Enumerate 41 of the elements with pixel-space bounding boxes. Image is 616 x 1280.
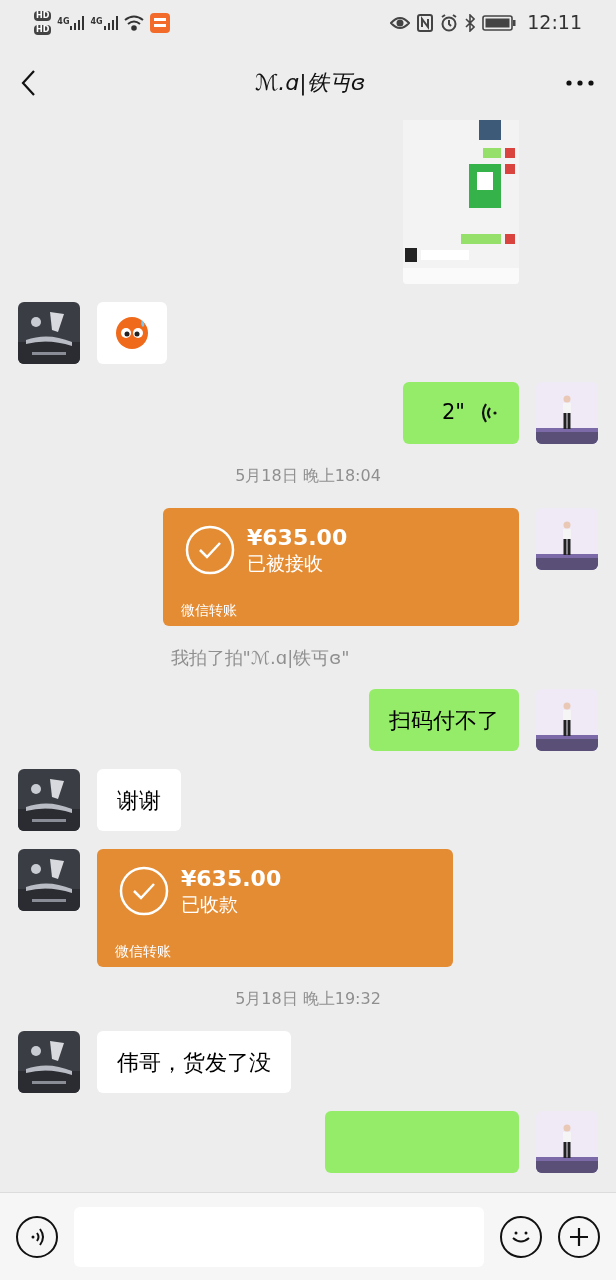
- nfc-icon: [417, 13, 434, 32]
- plus-icon: [569, 1226, 589, 1247]
- pat-notice: 我拍了拍"ℳ.ɑ|铁丏ɞ": [170, 646, 351, 670]
- back-icon: [20, 68, 36, 97]
- clock-time: 12:11: [527, 10, 582, 36]
- message-bubble[interactable]: 伟哥，货发了没: [97, 1031, 291, 1093]
- plus-button[interactable]: [558, 1215, 600, 1258]
- sim-label: HD: [34, 10, 52, 21]
- emoji-button[interactable]: [500, 1215, 542, 1258]
- transfer-amount: ¥635.00: [181, 865, 282, 893]
- sticker-bubble[interactable]: [97, 302, 167, 364]
- timestamp: 5月18日 晚上18:04: [235, 465, 381, 487]
- sim-label: HD: [34, 24, 52, 35]
- signal-icon: [103, 15, 118, 30]
- transfer-status: 已被接收: [247, 551, 324, 576]
- transfer-amount: ¥635.00: [247, 524, 348, 552]
- chat-title: ℳ.ɑ|铁丏ɞ: [253, 69, 366, 98]
- emoji-face-icon: [115, 316, 149, 350]
- message-bubble[interactable]: 谢谢: [97, 769, 181, 831]
- more-icon: [566, 79, 594, 86]
- check-circle-icon: [185, 524, 235, 575]
- smiley-icon: [511, 1229, 531, 1244]
- voice-wave-icon: [481, 402, 499, 424]
- check-circle-icon: [119, 865, 169, 916]
- app-icon: [149, 12, 170, 33]
- bluetooth-icon: [465, 13, 476, 32]
- message-bubble[interactable]: 扫码付不了: [369, 689, 519, 751]
- transfer-label: 微信转账: [181, 601, 238, 620]
- voice-message[interactable]: 2": [403, 382, 519, 444]
- transfer-label: 微信转账: [115, 942, 172, 961]
- timestamp: 5月18日 晚上19:32: [235, 988, 381, 1010]
- eye-icon: [390, 15, 411, 30]
- network-label: 4G: [90, 15, 103, 28]
- battery-icon: [482, 14, 517, 31]
- wifi-icon: [123, 14, 144, 31]
- voice-input-button[interactable]: [16, 1215, 58, 1258]
- voice-icon: [29, 1226, 45, 1247]
- signal-icon: [70, 15, 85, 30]
- alarm-icon: [440, 13, 459, 32]
- transfer-status: 已收款: [181, 892, 239, 917]
- network-label: 4G: [57, 15, 70, 28]
